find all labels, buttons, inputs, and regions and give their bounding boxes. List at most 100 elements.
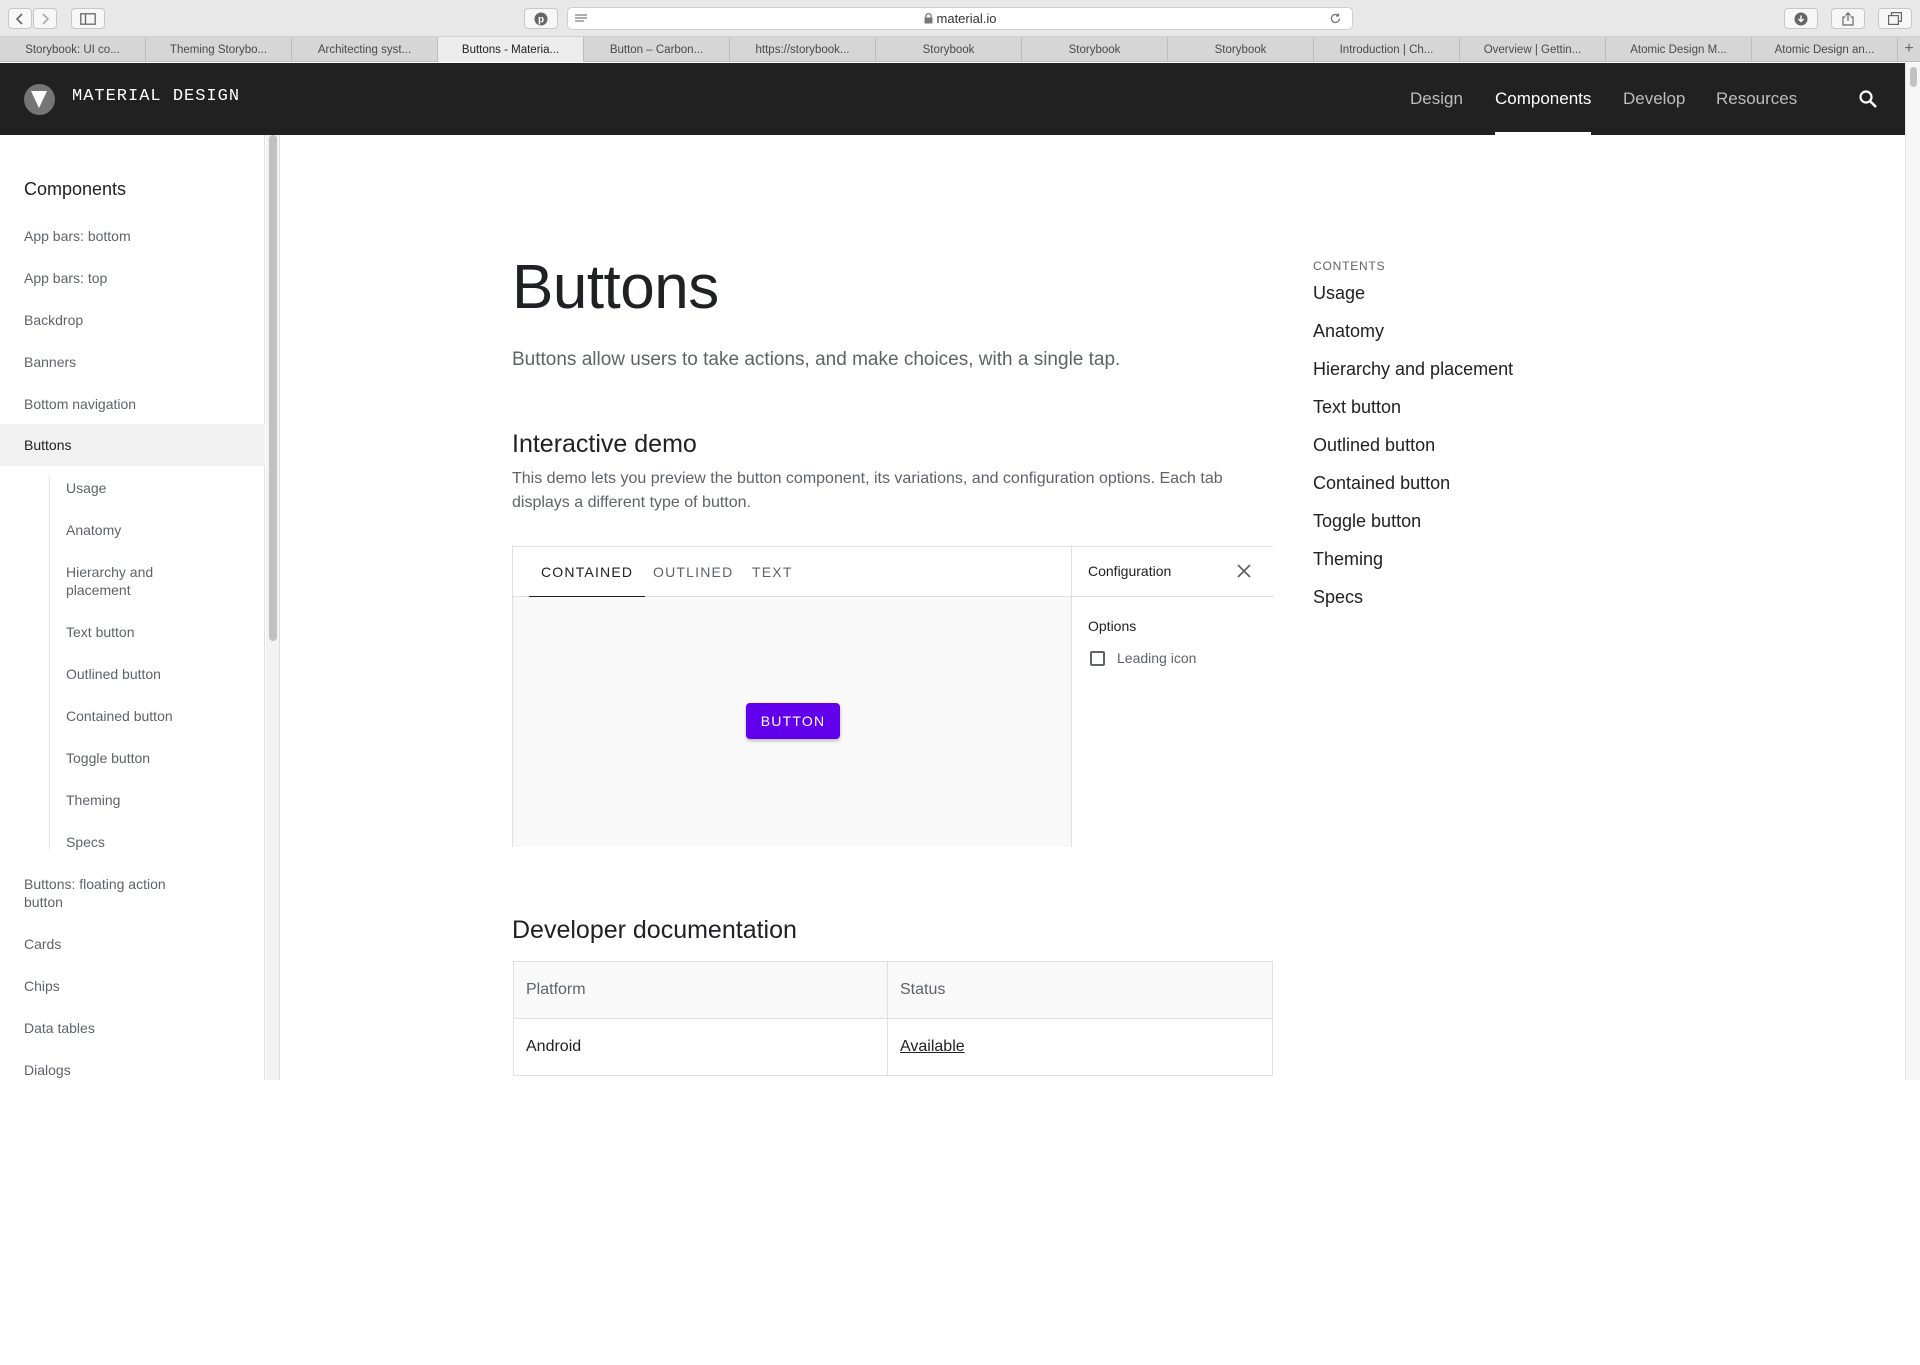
browser-tab[interactable]: Button – Carbon... (584, 37, 730, 62)
nav-resources[interactable]: Resources (1716, 63, 1797, 135)
sidebar-item[interactable]: Banners (24, 353, 76, 371)
lock-icon (924, 13, 933, 24)
sidebar-scrollbar[interactable] (266, 135, 280, 1080)
material-logo-icon[interactable] (24, 84, 55, 115)
header-platform: Platform (526, 981, 586, 998)
browser-tab-strip: Storybook: UI co... Theming Storybo... A… (0, 37, 1920, 62)
browser-tab-active[interactable]: Buttons - Materia... (438, 37, 584, 62)
toc-link[interactable]: Usage (1313, 283, 1365, 304)
demo-description: This demo lets you preview the button co… (512, 470, 1223, 511)
tab-outlined[interactable]: OUTLINED (653, 547, 733, 597)
status-link[interactable]: Available (900, 1019, 965, 1075)
tab-overview-button[interactable] (1878, 8, 1912, 29)
sidebar-item[interactable]: Bottom navigation (24, 395, 136, 413)
sidebar-sub-item[interactable]: Hierarchy and placement (66, 563, 196, 599)
sidebar-sub-item[interactable]: Toggle button (66, 749, 150, 767)
brand-title[interactable]: MATERIAL DESIGN (72, 87, 240, 106)
page-lead: Buttons allow users to take actions, and… (512, 349, 1121, 370)
reader-icon (575, 13, 587, 22)
address-bar[interactable]: material.io (567, 7, 1353, 30)
browser-tab[interactable]: Theming Storybo... (146, 37, 292, 62)
browser-tab[interactable]: Architecting syst... (292, 37, 438, 62)
browser-tab[interactable]: Storybook (1168, 37, 1314, 62)
table-header-row: Platform Status (514, 962, 1272, 1019)
sidebar-sub-item[interactable]: Text button (66, 623, 135, 641)
top-app-bar: MATERIAL DESIGN Design Components Develo… (0, 63, 1905, 135)
header-status: Status (900, 981, 946, 998)
back-button[interactable] (8, 8, 32, 29)
browser-window: p material.io Storybook: UI co... Themin… (0, 0, 1920, 1080)
toc-link[interactable]: Contained button (1313, 473, 1450, 494)
browser-tab[interactable]: https://storybook... (730, 37, 876, 62)
toc-link[interactable]: Theming (1313, 549, 1383, 570)
share-icon (1842, 11, 1854, 26)
nav-components[interactable]: Components (1495, 63, 1592, 135)
tab-text[interactable]: TEXT (752, 547, 793, 597)
toc-link[interactable]: Outlined button (1313, 435, 1435, 456)
reader-button[interactable] (567, 8, 595, 29)
sidebar-scrollbar-thumb[interactable] (269, 135, 277, 641)
sidebar-item-buttons[interactable]: Buttons (0, 424, 265, 466)
sidebar-item[interactable]: Cards (24, 935, 61, 953)
leading-icon-checkbox[interactable] (1090, 651, 1105, 666)
sidebar-nav: Components App bars: bottom App bars: to… (0, 135, 265, 1080)
browser-tab[interactable]: Overview | Gettin... (1460, 37, 1606, 62)
page-scrollbar-thumb[interactable] (1910, 67, 1917, 87)
sub-nav-divider (49, 477, 50, 849)
demo-stage: BUTTON (513, 597, 1071, 847)
download-icon (1794, 12, 1808, 25)
reload-icon[interactable] (1329, 12, 1342, 25)
sidebar-item[interactable]: Chips (24, 977, 60, 995)
browser-tab[interactable]: Atomic Design an... (1752, 37, 1898, 62)
sidebar-item[interactable]: Backdrop (24, 311, 83, 329)
sidebar-item[interactable]: Buttons: floating action button (24, 875, 224, 911)
page-title: Buttons (512, 253, 719, 322)
sidebar-item[interactable]: App bars: bottom (24, 227, 131, 245)
search-icon[interactable] (1858, 89, 1878, 109)
leading-icon-label[interactable]: Leading icon (1117, 650, 1196, 666)
toc-link[interactable]: Text button (1313, 397, 1401, 418)
toc-link[interactable]: Specs (1313, 587, 1363, 608)
close-icon[interactable] (1236, 563, 1252, 579)
toc-link[interactable]: Hierarchy and placement (1313, 359, 1513, 380)
toc-link[interactable]: Anatomy (1313, 321, 1384, 342)
nav-design[interactable]: Design (1410, 63, 1463, 135)
sidebar-item[interactable]: Dialogs (24, 1061, 71, 1079)
share-button[interactable] (1831, 8, 1865, 29)
nav-develop[interactable]: Develop (1623, 63, 1685, 135)
sidebar-sub-item[interactable]: Usage (66, 479, 106, 497)
url-text: material.io (936, 11, 997, 26)
sidebar-item[interactable]: Data tables (24, 1019, 95, 1037)
sidebar-item[interactable]: App bars: top (24, 269, 107, 287)
toc-link[interactable]: Toggle button (1313, 511, 1421, 532)
sidebar-sub-item[interactable]: Contained button (66, 707, 173, 725)
pinterest-icon: p (534, 12, 548, 25)
contents-heading: CONTENTS (1313, 259, 1386, 273)
sidebar-title: Components (24, 179, 127, 199)
pinterest-button[interactable]: p (524, 8, 558, 29)
page-scrollbar[interactable] (1905, 63, 1920, 1080)
browser-tab[interactable]: Storybook (876, 37, 1022, 62)
new-tab-button[interactable]: + (1898, 37, 1920, 61)
demo-tab-bar: CONTAINED OUTLINED TEXT (513, 547, 1071, 598)
sidebar-sub-item[interactable]: Theming (66, 791, 120, 809)
sidebar-sub-item[interactable]: Anatomy (66, 521, 121, 539)
forward-button[interactable] (33, 8, 57, 29)
tabs-icon (1888, 12, 1902, 25)
dev-docs-heading: Developer documentation (512, 916, 797, 944)
sidebar-toggle-button[interactable] (71, 8, 105, 29)
demo-contained-button[interactable]: BUTTON (746, 703, 840, 739)
configuration-header: Configuration (1072, 547, 1274, 597)
browser-tab[interactable]: Storybook (1022, 37, 1168, 62)
cell-platform: Android (526, 1038, 582, 1055)
sidebar-sub-item[interactable]: Outlined button (66, 665, 161, 683)
tab-contained[interactable]: CONTAINED (528, 547, 646, 598)
downloads-button[interactable] (1784, 8, 1818, 29)
browser-tab[interactable]: Storybook: UI co... (0, 37, 146, 62)
sidebar-sub-item[interactable]: Specs (66, 833, 105, 851)
sidebar-icon (80, 12, 96, 25)
browser-tab[interactable]: Atomic Design M... (1606, 37, 1752, 62)
table-row: Android Available (514, 1019, 1272, 1076)
browser-tab[interactable]: Introduction | Ch... (1314, 37, 1460, 62)
chevron-left-icon (15, 12, 23, 25)
